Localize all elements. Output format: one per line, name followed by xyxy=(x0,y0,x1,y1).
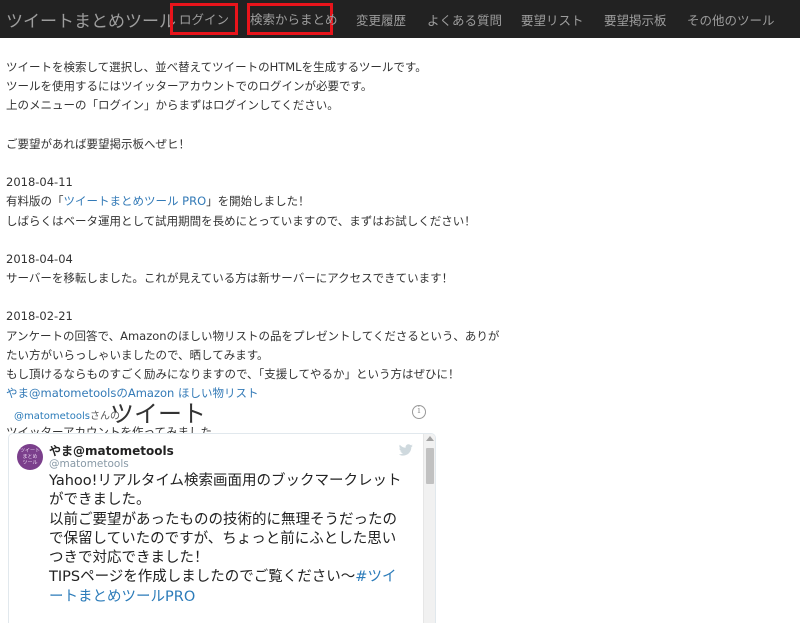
tweet-author-name[interactable]: やま@matometools xyxy=(49,442,174,459)
news-date: 2018-04-04 xyxy=(6,251,73,266)
tweet-author-handle[interactable]: @matometools xyxy=(49,458,129,470)
tweet-text: Yahoo!リアルタイム検索画面用のブックマークレット ができました。 以前ご要… xyxy=(49,472,419,607)
news-text: 有料版の「ツイートまとめツール PRO」を開始しました！ xyxy=(6,194,310,209)
intro-line: ツールを使用するにはツイッターアカウントでのログインが必要です。 xyxy=(6,79,373,94)
info-icon[interactable]: i xyxy=(412,405,426,419)
news-date: 2018-02-21 xyxy=(6,309,73,324)
scrollbar-thumb[interactable] xyxy=(426,448,434,484)
scroll-up-arrow-icon[interactable] xyxy=(426,436,434,441)
hashtag-link[interactable]: #ツイ xyxy=(355,569,396,585)
intro-line: 上のメニューの「ログイン」からまずはログインしてください。 xyxy=(6,98,339,113)
request-note: ご要望があれば要望掲示板へぜヒ！ xyxy=(6,136,190,151)
main-content: ツイートを検索して選択し、並べ替えてツイートのHTMLを生成するツールです。 ツ… xyxy=(6,58,526,442)
nav-request-list[interactable]: 要望リスト xyxy=(521,10,584,29)
nav-changelog[interactable]: 変更履歴 xyxy=(356,10,406,29)
nav-other-tools[interactable]: その他のツール xyxy=(687,10,775,29)
news-text: サーバーを移転しました。これが見えている方は新サーバーにアクセスできています！ xyxy=(6,271,454,286)
scrollbar[interactable] xyxy=(423,434,435,623)
brand-logo[interactable]: ツイートまとめツール xyxy=(6,7,176,32)
twitter-embed-header: @matometoolsさんの ツイート i xyxy=(14,396,434,428)
intro-line: ツイートを検索して選択し、並べ替えてツイートのHTMLを生成するツールです。 xyxy=(6,60,427,74)
nav-faq[interactable]: よくある質問 xyxy=(427,10,502,29)
navbar: ツイートまとめツール ログイン 検索からまとめ 変更履歴 よくある質問 要望リス… xyxy=(0,0,800,38)
hashtag-link[interactable]: ートまとめツールPRO xyxy=(49,588,419,607)
news-text: アンケートの回答で、Amazonのほしい物リストの品をプレゼントしてくださるとい… xyxy=(6,328,500,343)
embed-title: ツイート xyxy=(110,400,206,428)
nav-request-board[interactable]: 要望掲示板 xyxy=(604,10,667,29)
news-date: 2018-04-11 xyxy=(6,175,73,190)
tweet-timeline[interactable]: ツイート まとめ ツール やま@matometools @matometools… xyxy=(8,433,436,623)
news-text: しばらくはベータ運用として試用期間を長めにとっていますので、まずはお試しください… xyxy=(6,213,476,228)
nav-search-summary[interactable]: 検索からまとめ xyxy=(247,3,338,35)
twitter-bird-icon[interactable] xyxy=(399,444,413,456)
news-text: たい方がいらっしゃいましたので、晒してみます。 xyxy=(6,347,269,362)
news-text: もし頂けるならものすごく励みになりますので、「支援してやるか」という方はぜひに！ xyxy=(6,367,460,381)
avatar[interactable]: ツイート まとめ ツール xyxy=(17,444,43,470)
embed-handle-link[interactable]: @matometoolsさんの xyxy=(14,407,120,422)
nav-login[interactable]: ログイン xyxy=(170,3,238,35)
pro-link[interactable]: ツイートまとめツール PRO xyxy=(64,194,207,208)
